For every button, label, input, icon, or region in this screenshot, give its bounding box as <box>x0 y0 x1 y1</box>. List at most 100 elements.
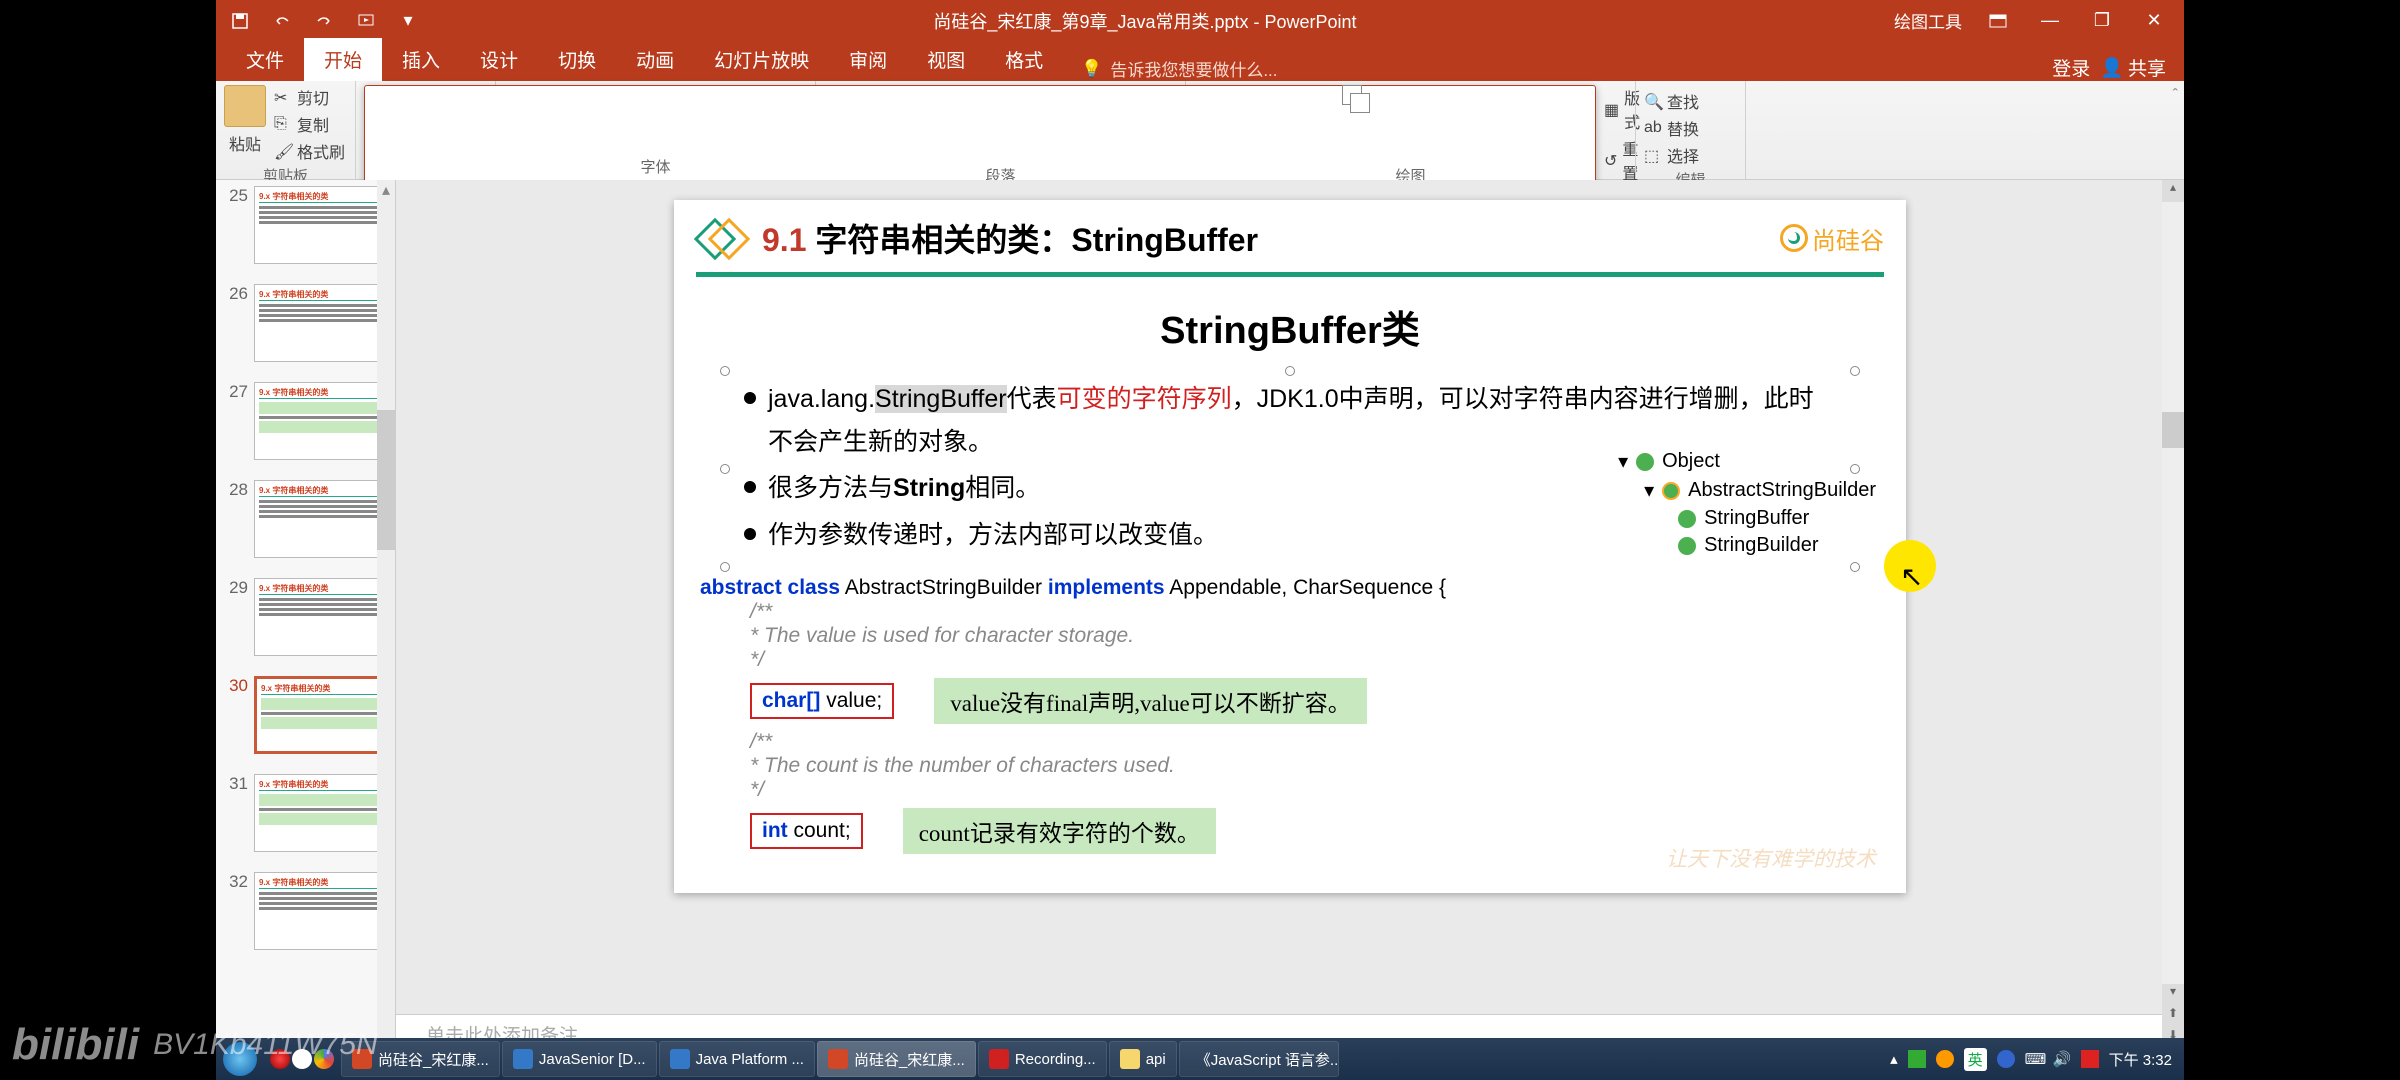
taskbar-item[interactable]: 尚硅谷_宋红康... <box>817 1041 976 1077</box>
comment2a: /** <box>750 730 1880 754</box>
bullet1-pre: java.lang. <box>768 385 875 413</box>
close-button[interactable]: ✕ <box>2142 9 2166 33</box>
taskbar-item[interactable]: api <box>1109 1041 1177 1077</box>
slide-header: 9.1 字符串相关的类：StringBuffer 尚硅谷 <box>696 214 1884 277</box>
tab-format[interactable]: 格式 <box>985 38 1063 81</box>
field-value-box: char[] value; <box>750 683 894 719</box>
thumbnail-slide-28[interactable]: 28 9.x 字符串相关的类 <box>216 474 395 572</box>
contextual-tab-label: 绘图工具 <box>1870 8 1986 33</box>
cut-button[interactable]: ✂剪切 <box>274 85 345 109</box>
abstract-class-icon <box>1662 482 1680 500</box>
annotation1: value没有final声明,value可以不断扩容。 <box>934 678 1367 724</box>
tab-transitions[interactable]: 切换 <box>538 38 616 81</box>
login-button[interactable]: 登录 <box>2052 54 2090 81</box>
tell-me-placeholder: 告诉我您想要做什么... <box>1110 56 1277 81</box>
thumbnail-number: 28 <box>222 480 248 558</box>
code-block: abstract class AbstractStringBuilder imp… <box>700 576 1880 854</box>
brush-icon: 🖌 <box>274 142 292 160</box>
redo-icon[interactable] <box>312 9 336 33</box>
taskbar-item[interactable]: Java Platform ... <box>659 1041 815 1077</box>
tab-slideshow[interactable]: 幻灯片放映 <box>694 38 829 81</box>
copy-button[interactable]: ⎘复制 <box>274 112 345 136</box>
share-label: 共享 <box>2128 54 2166 81</box>
copy-label: 复制 <box>297 112 329 136</box>
tray-expand-icon[interactable]: ▴ <box>1890 1050 1898 1068</box>
tray-icon[interactable] <box>1936 1050 1954 1068</box>
tab-view[interactable]: 视图 <box>907 38 985 81</box>
share-icon: 👤 <box>2100 56 2124 80</box>
clock[interactable]: 下午 3:32 <box>2109 1049 2172 1070</box>
taskbar-app-label: JavaSenior [D... <box>539 1051 646 1068</box>
thumbnail-panel[interactable]: 25 9.x 字符串相关的类 26 9.x 字符串相关的类 27 9.x 字符串… <box>216 180 396 1050</box>
replace-button[interactable]: ab替换 <box>1644 116 1737 140</box>
restore-button[interactable]: ❐ <box>2090 9 2114 33</box>
tab-insert[interactable]: 插入 <box>382 38 460 81</box>
bullet2-pre: 很多方法与 <box>768 474 893 502</box>
taskbar-app-icon <box>513 1049 533 1069</box>
taskbar-app-label: 尚硅谷_宋红康... <box>378 1049 489 1070</box>
bullet1-red: 可变的字符序列 <box>1057 385 1232 413</box>
bullet1-mid: 代表 <box>1007 385 1057 413</box>
thumbnail-preview: 9.x 字符串相关的类 <box>254 284 384 362</box>
tab-design[interactable]: 设计 <box>460 38 538 81</box>
slide-canvas[interactable]: 9.1 字符串相关的类：StringBuffer 尚硅谷 StringBuffe… <box>674 200 1906 893</box>
collapse-ribbon-icon[interactable]: ˆ <box>2173 87 2178 105</box>
scrollbar-thumb[interactable] <box>2162 412 2184 448</box>
workspace: 25 9.x 字符串相关的类 26 9.x 字符串相关的类 27 9.x 字符串… <box>216 180 2184 1050</box>
taskbar-app-icon <box>828 1049 848 1069</box>
search-icon: 🔍 <box>1644 92 1662 110</box>
thumbnail-slide-27[interactable]: 27 9.x 字符串相关的类 <box>216 376 395 474</box>
thumbnail-slide-26[interactable]: 26 9.x 字符串相关的类 <box>216 278 395 376</box>
start-from-beginning-icon[interactable] <box>354 9 378 33</box>
format-painter-button[interactable]: 🖌 格式刷 <box>274 139 345 163</box>
tray-icon[interactable] <box>2081 1050 2099 1068</box>
thumbnail-preview: 9.x 字符串相关的类 <box>254 774 384 852</box>
slide-scrollbar[interactable]: ▴ ▾ ⬆ ⬇ <box>2162 180 2184 1050</box>
tray-volume-icon[interactable]: 🔊 <box>2053 1050 2071 1068</box>
thumbnail-slide-31[interactable]: 31 9.x 字符串相关的类 <box>216 768 395 866</box>
final-class-icon <box>1678 510 1696 528</box>
field2-type: int <box>762 819 788 842</box>
tab-review[interactable]: 审阅 <box>829 38 907 81</box>
thumbnail-number: 31 <box>222 774 248 852</box>
scissors-icon: ✂ <box>274 88 292 106</box>
thumbnail-slide-25[interactable]: 25 9.x 字符串相关的类 <box>216 180 395 278</box>
comment1a: /** <box>750 600 1880 624</box>
taskbar-item[interactable]: 《JavaScript 语言参... <box>1179 1041 1339 1077</box>
thumbnail-slide-29[interactable]: 29 9.x 字符串相关的类 <box>216 572 395 670</box>
tray-icon[interactable] <box>1908 1050 1926 1068</box>
save-icon[interactable] <box>228 9 252 33</box>
bilibili-watermark: bilibili BV1Kb411W75N <box>12 1020 378 1070</box>
share-button[interactable]: 👤 共享 <box>2100 54 2166 81</box>
taskbar-item[interactable]: JavaSenior [D... <box>502 1041 657 1077</box>
tray-keyboard-icon[interactable]: ⌨ <box>2025 1050 2043 1068</box>
thumbnail-slide-30[interactable]: 30 9.x 字符串相关的类 <box>216 670 395 768</box>
qat-customize-icon[interactable]: ▾ <box>396 9 420 33</box>
tab-file[interactable]: 文件 <box>226 38 304 81</box>
bullet2-post: 相同。 <box>965 474 1040 502</box>
comment2c: */ <box>750 778 1880 802</box>
thumbnail-slide-32[interactable]: 32 9.x 字符串相关的类 <box>216 866 395 964</box>
undo-icon[interactable] <box>270 9 294 33</box>
select-icon: ⬚ <box>1644 146 1662 164</box>
tray-moon-icon[interactable] <box>1997 1050 2015 1068</box>
title-strong: StringBuffer <box>1071 222 1258 258</box>
tab-home[interactable]: 开始 <box>304 38 382 81</box>
find-button[interactable]: 🔍查找 <box>1644 89 1737 113</box>
format-painter-label: 格式刷 <box>297 139 345 163</box>
thumbnail-scrollbar[interactable]: ▴ ▾ <box>377 180 395 1050</box>
tell-me-box[interactable]: 💡 告诉我您想要做什么... <box>1063 56 2034 81</box>
kw-abstract: abstract <box>700 576 782 599</box>
scrollbar-thumb[interactable] <box>377 410 395 550</box>
paste-button[interactable]: 粘贴 <box>224 85 266 155</box>
field2-name: count; <box>794 819 851 842</box>
minimize-button[interactable]: — <box>2038 9 2062 33</box>
ribbon-display-options-icon[interactable] <box>1986 9 2010 33</box>
tab-animations[interactable]: 动画 <box>616 38 694 81</box>
annotation2: count记录有效字符的个数。 <box>903 808 1216 854</box>
ime-indicator[interactable]: 英 <box>1964 1048 1987 1071</box>
taskbar-app-icon <box>989 1049 1009 1069</box>
select-button[interactable]: ⬚选择 <box>1644 143 1737 167</box>
thumbnail-number: 26 <box>222 284 248 362</box>
taskbar-item[interactable]: Recording... <box>978 1041 1107 1077</box>
